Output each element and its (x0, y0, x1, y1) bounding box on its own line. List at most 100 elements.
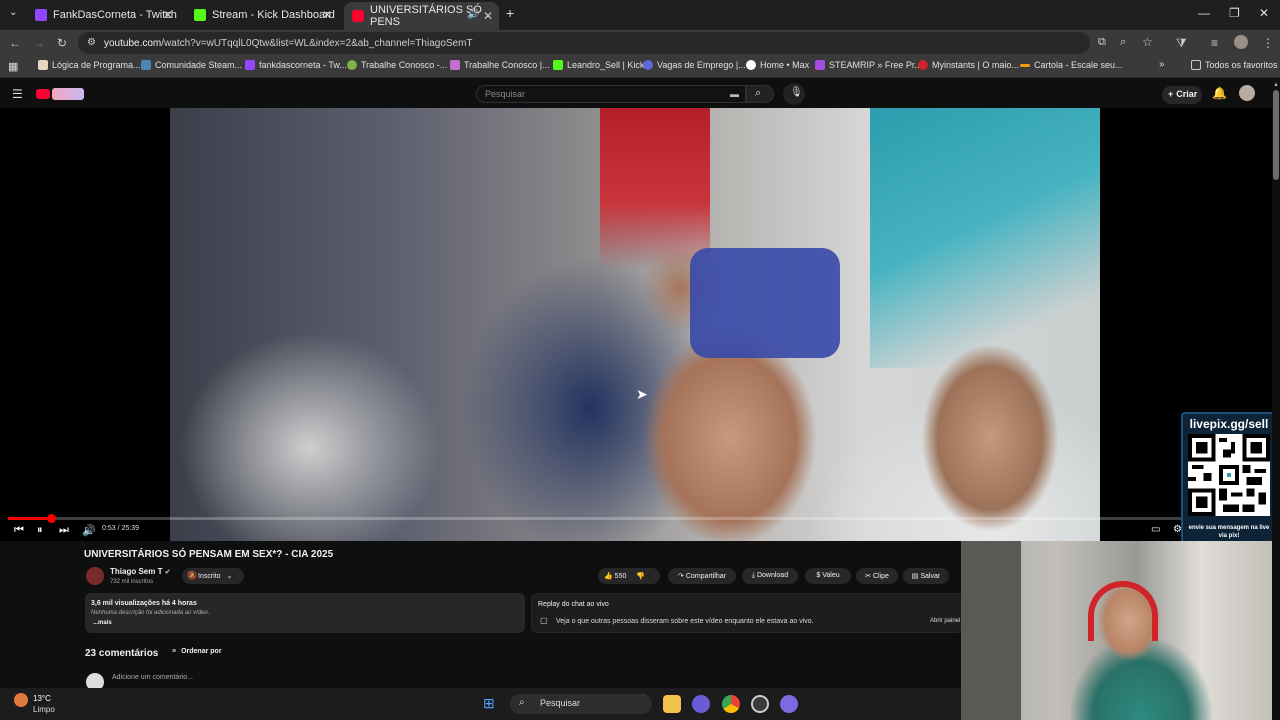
audio-icon[interactable]: 🔊 (467, 9, 479, 20)
close-window-icon[interactable]: ✕ (1259, 6, 1269, 20)
tab-kick[interactable]: Stream - Kick Dashboard ✕ (186, 3, 338, 27)
profile-avatar[interactable] (1234, 35, 1248, 49)
bookmark-label: Cartola - Escale seu... (1034, 60, 1123, 70)
bookmark-item[interactable]: Home • Max (746, 60, 809, 70)
windows-start-icon[interactable]: ⊞ (483, 695, 495, 712)
clip-button[interactable]: ✂ Clipe (856, 568, 898, 584)
bookmark-icon (245, 60, 255, 70)
bookmark-item[interactable]: Trabalhe Conosco |... (450, 60, 550, 70)
dislike-button[interactable]: 👎 (636, 573, 645, 580)
minimize-icon[interactable]: — (1198, 6, 1210, 20)
account-avatar[interactable] (1239, 85, 1255, 101)
next-icon[interactable]: ⏭ (59, 524, 69, 537)
volume-icon[interactable]: 🔊 (82, 524, 96, 537)
all-bookmarks-label: Todos os favoritos (1205, 60, 1278, 70)
close-tab-icon[interactable]: ✕ (322, 8, 332, 22)
bookmark-item[interactable]: Cartola - Escale seu... (1020, 60, 1123, 70)
bookmark-item[interactable]: Vagas de Emprego |... (643, 60, 746, 70)
channel-name[interactable]: Thiago Sem T ✔ (110, 567, 171, 576)
reload-icon[interactable]: ↻ (57, 36, 67, 50)
restore-icon[interactable]: ❐ (1229, 6, 1240, 20)
search-input[interactable]: Pesquisar ▬ (476, 85, 746, 103)
bookmark-item[interactable]: Comunidade Steam... (141, 60, 242, 70)
search-button[interactable]: ⌕ (746, 85, 774, 103)
add-comment-input[interactable]: Adicione um comentário... (112, 674, 193, 681)
livepix-title: livepix.gg/sell (1189, 417, 1269, 431)
tab-search-icon[interactable]: ⌄ (9, 7, 17, 18)
save-button[interactable]: ▤ Salvar (903, 568, 949, 584)
chat-replay-title: Replay do chat ao vivo (538, 601, 609, 608)
views-and-date: 3,6 mil visualizações há 4 horas (91, 600, 197, 607)
like-button[interactable]: 👍 550 (604, 573, 626, 580)
close-tab-icon[interactable]: ✕ (163, 8, 173, 22)
doodle-logo-icon (52, 88, 84, 100)
taskbar-search[interactable]: ⌕ Pesquisar (510, 694, 652, 714)
bookmark-item[interactable]: Lógica de Programa... (38, 60, 141, 70)
subscribed-button[interactable]: 🔕 Inscrito ⌄ (182, 568, 244, 584)
bookmark-item[interactable]: STEAMRIP » Free Pr... (815, 60, 922, 70)
bookmark-label: Lógica de Programa... (52, 60, 141, 70)
download-button[interactable]: ⤓ Download (742, 568, 798, 584)
sort-by-button[interactable]: ≡ Ordenar por (172, 648, 222, 655)
open-panel-button[interactable]: Abrir painel (930, 618, 960, 624)
address-bar[interactable]: ⚙ youtube.com/watch?v=wUTqqlL0Qtw&list=W… (78, 32, 1153, 54)
close-tab-icon[interactable]: ✕ (483, 9, 493, 23)
menu-icon[interactable]: ⋮ (1262, 36, 1274, 50)
keyboard-icon[interactable]: ▬ (730, 89, 739, 99)
bookmark-item[interactable]: Leandro_Sell | Kick (553, 60, 644, 70)
verified-icon: ✔ (164, 569, 171, 576)
progress-bar[interactable] (8, 514, 1272, 523)
zoom-icon[interactable]: ⌕ (1120, 36, 1126, 49)
file-explorer-icon[interactable] (663, 695, 681, 713)
scrollbar-thumb[interactable] (1273, 90, 1279, 180)
bookmark-item[interactable]: fankdascorneta - Tw... (245, 60, 347, 70)
video-frame[interactable]: ➤ (170, 108, 1100, 541)
youtube-play-icon (36, 89, 50, 99)
media-controls-icon[interactable]: ≡ (1211, 36, 1218, 50)
tab-twitch[interactable]: FankDasCorneta - Twitch ✕ (27, 3, 179, 27)
bookmark-item[interactable]: Trabalhe Conosco -... (347, 60, 447, 70)
install-app-icon[interactable]: ⧉ (1098, 36, 1106, 49)
blue-seat (690, 248, 840, 358)
forward-icon[interactable]: → (33, 36, 45, 50)
back-icon[interactable]: ← (9, 36, 21, 50)
progress-scrubber[interactable] (46, 514, 56, 523)
channel-avatar[interactable] (86, 567, 104, 585)
youtube-logo[interactable] (36, 88, 84, 100)
chrome-icon[interactable] (722, 695, 740, 713)
create-button[interactable]: + Criar (1162, 86, 1202, 104)
show-more-link[interactable]: ...mais (93, 620, 112, 626)
new-tab-button[interactable]: + (506, 5, 514, 21)
subtitles-icon[interactable]: ▭ (1151, 524, 1160, 535)
bookmark-star-icon[interactable]: ☆ (1142, 35, 1153, 49)
apps-grid-icon[interactable]: ▦ (8, 60, 18, 73)
app-icon[interactable] (780, 695, 798, 713)
bookmark-label: Comunidade Steam... (155, 60, 243, 70)
weather-icon[interactable] (14, 693, 28, 707)
description-box[interactable]: 3,6 mil visualizações há 4 horas Nenhuma… (85, 593, 525, 633)
thanks-button[interactable]: $ Valeu (805, 568, 851, 584)
page-scrollbar[interactable]: ▲ (1272, 80, 1280, 720)
search-icon: ⌕ (519, 697, 525, 708)
tab-youtube[interactable]: UNIVERSITÁRIOS SÓ PENS 🔊 ✕ (344, 2, 499, 30)
previous-icon[interactable]: ⏮ (14, 524, 24, 537)
more-bookmarks-icon[interactable]: » (1159, 59, 1165, 70)
video-player[interactable]: ➤ ⏮ ⏸ ⏭ 🔊 0:53 / 25:39 ▭ ⚙ (0, 108, 1280, 541)
twitch-studio-icon[interactable] (692, 695, 710, 713)
obs-icon[interactable] (751, 695, 769, 713)
all-bookmarks-button[interactable]: Todos os favoritos (1191, 60, 1278, 70)
voice-search-button[interactable]: 🎙 (783, 83, 805, 105)
bell-icon[interactable]: 🔔 (1212, 86, 1227, 100)
bookmark-icon (141, 60, 151, 70)
hamburger-menu-icon[interactable]: ☰ (12, 87, 23, 101)
bookmark-label: STEAMRIP » Free Pr... (829, 60, 922, 70)
bookmark-label: Vagas de Emprego |... (657, 60, 746, 70)
bookmark-icon (347, 60, 357, 70)
site-info-icon[interactable]: ⚙ (87, 37, 96, 48)
scroll-up-icon[interactable]: ▲ (1273, 82, 1279, 88)
bookmark-item[interactable]: Myinstants | O maio... (918, 60, 1019, 70)
pause-icon[interactable]: ⏸ (37, 524, 43, 537)
time-display: 0:53 / 25:39 (102, 525, 139, 532)
extensions-icon[interactable]: ⧩ (1176, 36, 1187, 51)
share-button[interactable]: ↷ Compartilhar (668, 568, 736, 584)
